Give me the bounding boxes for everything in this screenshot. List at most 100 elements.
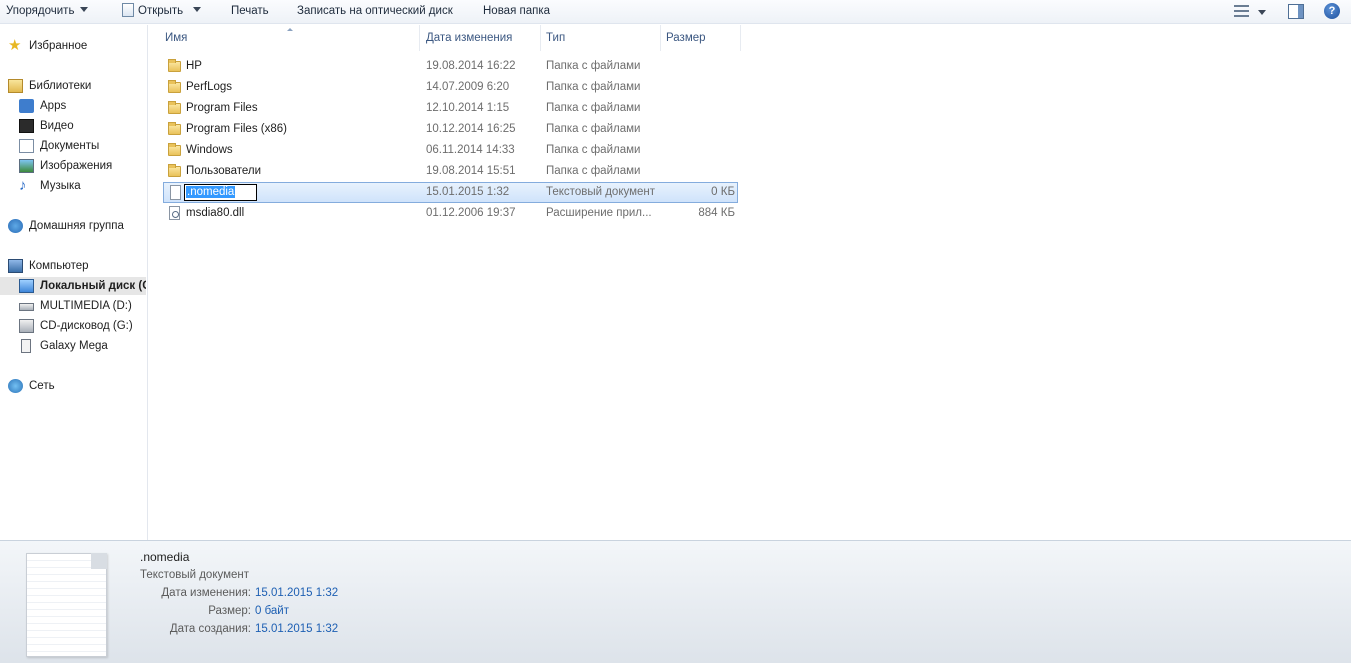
open-icon <box>122 3 134 17</box>
view-options-icon[interactable] <box>1234 5 1249 17</box>
nav-homegroup[interactable]: Домашняя группа <box>8 217 146 235</box>
file-date: 06.11.2014 14:33 <box>426 144 515 156</box>
folder-icon <box>168 143 181 156</box>
file-date: 19.08.2014 16:22 <box>426 60 516 72</box>
file-row[interactable]: msdia80.dll 01.12.2006 19:37 Расширение … <box>163 203 738 224</box>
column-header-size[interactable]: Размер <box>666 25 740 51</box>
details-size-label: Размер: <box>208 605 251 617</box>
file-date: 10.12.2014 16:25 <box>426 123 516 135</box>
preview-pane-icon[interactable] <box>1288 4 1304 19</box>
file-size: 0 КБ <box>711 186 735 198</box>
file-name: Program Files <box>186 102 258 114</box>
file-type: Папка с файлами <box>546 81 641 93</box>
file-row-selected[interactable]: .nomedia 15.01.2015 1:32 Текстовый докум… <box>163 182 738 203</box>
nav-documents[interactable]: Документы <box>19 137 146 155</box>
nav-label: Galaxy Mega <box>40 340 108 352</box>
column-header-date[interactable]: Дата изменения <box>426 25 540 51</box>
column-divider[interactable] <box>660 25 661 51</box>
chevron-down-icon <box>80 7 89 12</box>
local-disk-icon <box>19 279 34 293</box>
file-row[interactable]: HP 19.08.2014 16:22 Папка с файлами <box>163 56 738 77</box>
nav-music[interactable]: ♪ Музыка <box>19 177 146 195</box>
details-created-value[interactable]: 15.01.2015 1:32 <box>255 623 338 635</box>
nav-images[interactable]: Изображения <box>19 157 146 175</box>
column-header-type[interactable]: Тип <box>546 25 660 51</box>
file-row[interactable]: Program Files 12.10.2014 1:15 Папка с фа… <box>163 98 738 119</box>
file-name: Пользователи <box>186 165 262 177</box>
file-size: 884 КБ <box>698 207 735 219</box>
large-text-document-icon <box>26 553 107 657</box>
folder-icon <box>168 80 181 93</box>
column-header-name[interactable]: Имя <box>165 25 419 51</box>
rename-input[interactable]: .nomedia <box>184 184 257 201</box>
view-dropdown-chevron-icon[interactable] <box>1258 10 1266 15</box>
nav-label: Изображения <box>40 160 113 172</box>
file-type: Папка с файлами <box>546 123 641 135</box>
nav-label: Видео <box>40 120 74 132</box>
navigation-pane: ★ Избранное Библиотеки Apps Видео Докуме… <box>0 25 148 540</box>
organize-button[interactable]: Упорядочить <box>6 0 89 24</box>
nav-label: Документы <box>40 140 100 152</box>
nav-label: Компьютер <box>29 260 89 272</box>
details-modified-label: Дата изменения: <box>161 587 251 599</box>
file-row[interactable]: Windows 06.11.2014 14:33 Папка с файлами <box>163 140 738 161</box>
nav-galaxy-mega[interactable]: Galaxy Mega <box>19 337 146 355</box>
open-button[interactable]: Открыть <box>122 0 202 24</box>
file-name: HP <box>186 60 202 72</box>
folder-icon <box>168 59 181 72</box>
drive-icon <box>19 303 34 311</box>
nav-label: Сеть <box>29 380 55 392</box>
file-type: Папка с файлами <box>546 102 641 114</box>
nav-multimedia-d[interactable]: MULTIMEDIA (D:) <box>19 297 146 315</box>
nav-label: CD-дисковод (G:) <box>40 320 133 332</box>
documents-icon <box>19 139 34 153</box>
nav-label: Избранное <box>29 40 88 52</box>
command-bar: Упорядочить Открыть Печать Записать на о… <box>0 0 1351 24</box>
nav-video[interactable]: Видео <box>19 117 146 135</box>
burn-disc-button[interactable]: Записать на оптический диск <box>297 0 453 24</box>
text-document-icon <box>170 185 181 200</box>
folder-icon <box>168 101 181 114</box>
print-button[interactable]: Печать <box>231 0 269 24</box>
nav-network[interactable]: Сеть <box>8 377 146 395</box>
nav-libraries[interactable]: Библиотеки <box>8 77 146 95</box>
file-row[interactable]: Program Files (x86) 10.12.2014 16:25 Пап… <box>163 119 738 140</box>
nav-label: Локальный диск (C <box>40 280 146 292</box>
details-created-label: Дата создания: <box>169 623 251 635</box>
nav-favorites[interactable]: ★ Избранное <box>8 37 146 55</box>
nav-computer[interactable]: Компьютер <box>8 257 146 275</box>
video-icon <box>19 119 34 133</box>
nav-apps[interactable]: Apps <box>19 97 146 115</box>
star-icon: ★ <box>8 37 22 54</box>
details-pane: .nomedia Текстовый документ Дата изменен… <box>0 540 1351 663</box>
nav-label: Библиотеки <box>29 80 92 92</box>
file-name: Windows <box>186 144 233 156</box>
file-name: msdia80.dll <box>186 207 245 219</box>
new-folder-button[interactable]: Новая папка <box>483 0 550 24</box>
network-icon <box>8 379 23 393</box>
file-date: 01.12.2006 19:37 <box>426 207 516 219</box>
file-row[interactable]: Пользователи 19.08.2014 15:51 Папка с фа… <box>163 161 738 182</box>
file-type: Расширение прил... <box>546 207 652 219</box>
file-row[interactable]: PerfLogs 14.07.2009 6:20 Папка с файлами <box>163 77 738 98</box>
nav-local-disk-c[interactable]: Локальный диск (C <box>0 277 146 295</box>
details-modified-value[interactable]: 15.01.2015 1:32 <box>255 587 338 599</box>
file-name: PerfLogs <box>186 81 233 93</box>
file-date: 14.07.2009 6:20 <box>426 81 510 93</box>
details-file-name: .nomedia <box>140 550 190 564</box>
homegroup-icon <box>8 219 23 233</box>
rename-selected-text: .nomedia <box>186 186 236 198</box>
file-date: 12.10.2014 1:15 <box>426 102 510 114</box>
nav-cd-drive-g[interactable]: CD-дисковод (G:) <box>19 317 146 335</box>
help-icon[interactable]: ? <box>1324 3 1340 19</box>
column-divider[interactable] <box>419 25 420 51</box>
file-list: Имя Дата изменения Тип Размер HP 19.08.2… <box>149 25 1351 540</box>
file-type: Папка с файлами <box>546 60 641 72</box>
music-icon: ♪ <box>19 177 27 194</box>
file-type: Текстовый документ <box>546 186 656 198</box>
column-divider[interactable] <box>740 25 741 51</box>
file-date: 15.01.2015 1:32 <box>426 186 510 198</box>
nav-label: Музыка <box>40 180 81 192</box>
images-icon <box>19 159 34 173</box>
column-divider[interactable] <box>540 25 541 51</box>
